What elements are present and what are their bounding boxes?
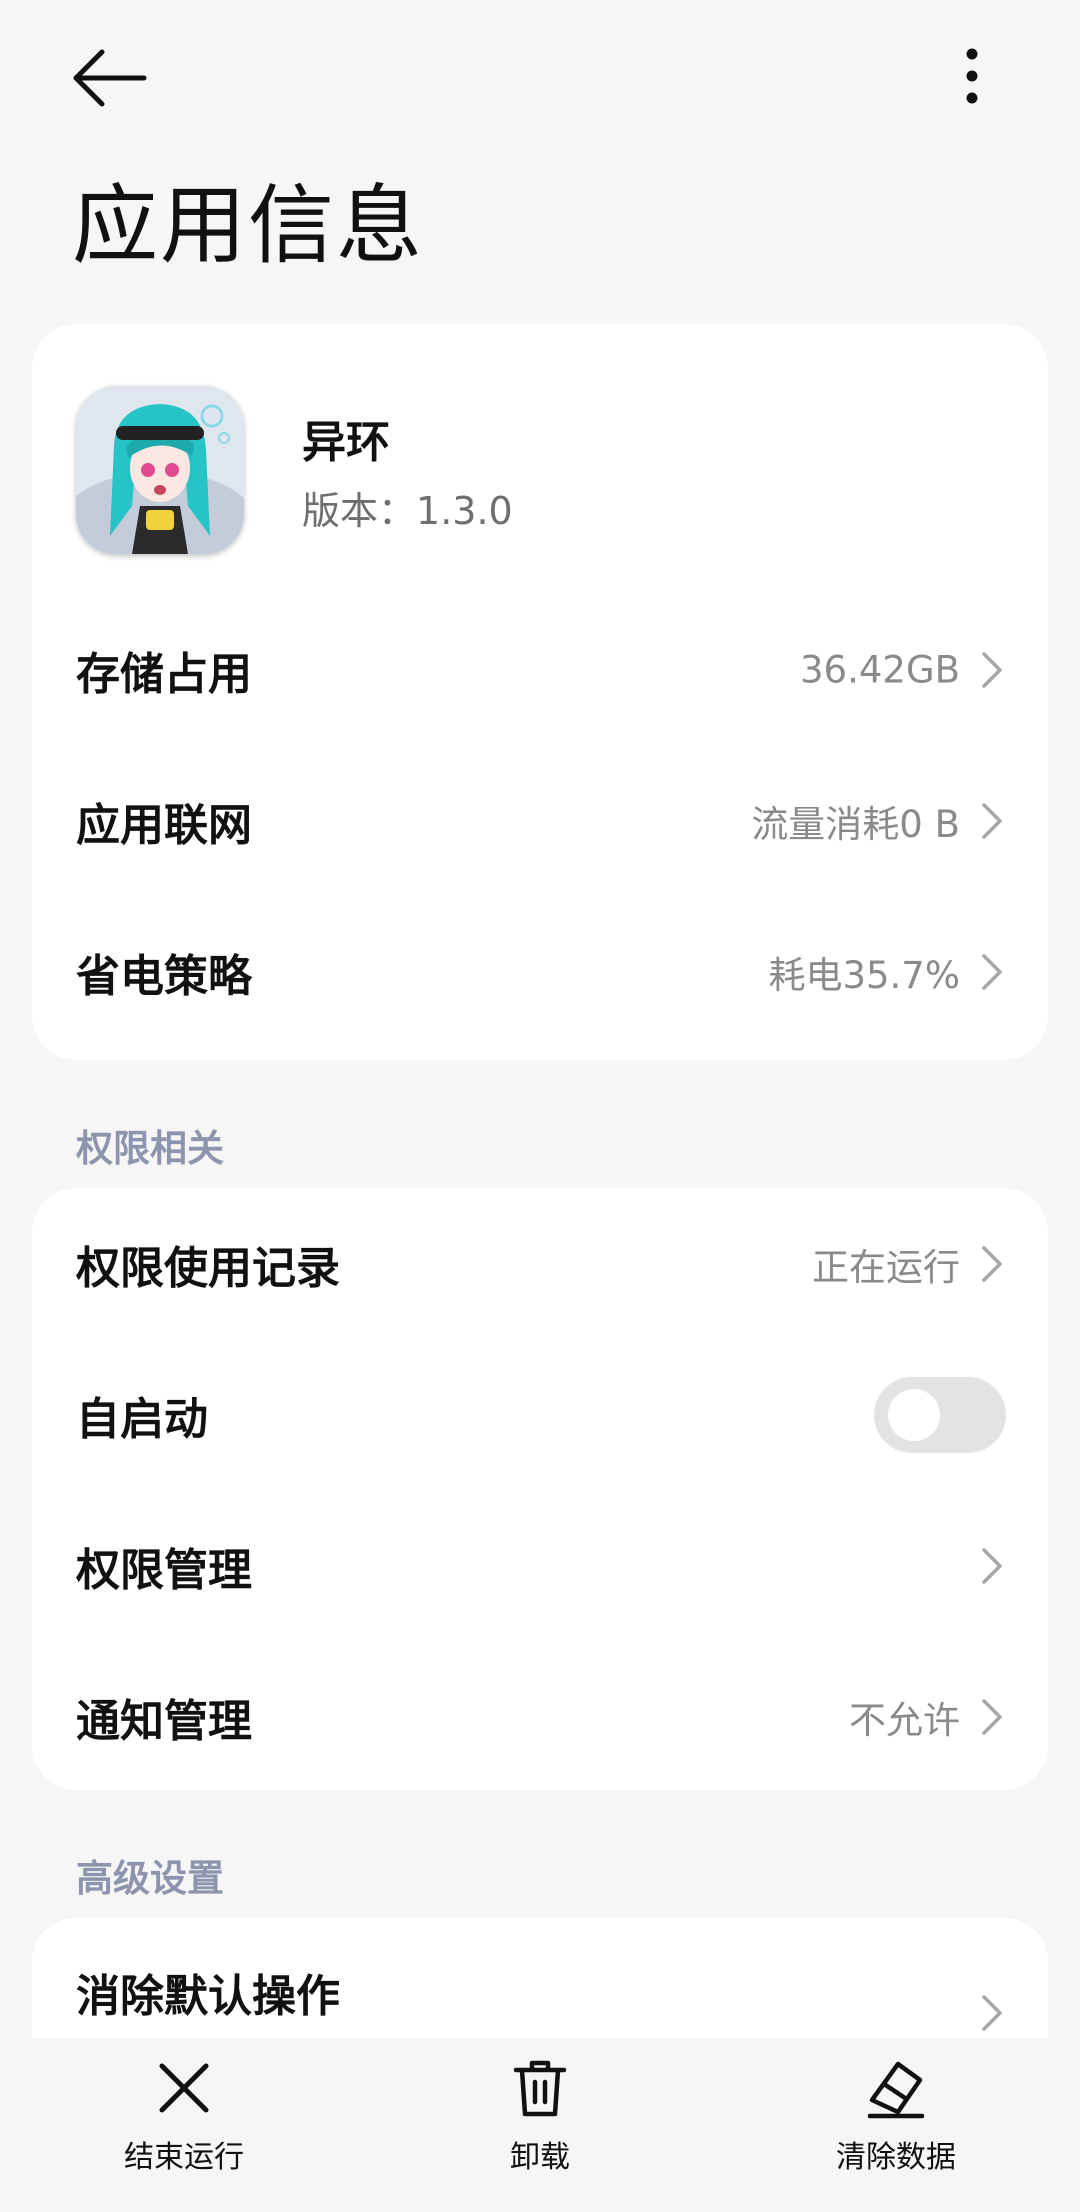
top-app-bar xyxy=(0,0,1080,160)
network-value: 流量消耗0 B xyxy=(751,802,960,846)
chevron-right-icon xyxy=(982,953,1002,990)
network-row[interactable]: 应用联网 流量消耗0 B xyxy=(32,745,1048,896)
storage-row[interactable]: 存储占用 36.42GB xyxy=(32,594,1048,745)
chevron-right-icon xyxy=(982,1547,1002,1584)
chevron-right-icon xyxy=(982,1995,1002,2031)
toggle-knob xyxy=(888,1388,940,1441)
notification-manage-value: 不允许 xyxy=(849,1698,960,1742)
app-header: 异环 版本：1.3.0 xyxy=(32,324,1048,594)
chevron-right-icon xyxy=(982,802,1002,839)
uninstall-label: 卸载 xyxy=(510,2140,570,2175)
more-options-button[interactable] xyxy=(942,36,1002,116)
permission-manage-row[interactable]: 权限管理 xyxy=(32,1490,1048,1641)
notification-manage-row[interactable]: 通知管理 不允许 xyxy=(32,1641,1048,1790)
section-advanced-label: 高级设置 xyxy=(76,1857,224,1900)
chevron-right-icon xyxy=(982,1698,1002,1735)
notification-manage-label: 通知管理 xyxy=(76,1695,252,1747)
permissions-card: 权限使用记录 正在运行 自启动 权限管理 通知管理 不允许 xyxy=(32,1188,1048,1790)
permission-usage-label: 权限使用记录 xyxy=(76,1242,340,1294)
page-title: 应用信息 xyxy=(72,176,424,276)
app-icon-artwork xyxy=(76,386,244,554)
app-summary-card: 异环 版本：1.3.0 存储占用 36.42GB 应用联网 流量消耗0 B 省电… xyxy=(32,324,1048,1060)
clear-data-button[interactable]: 清除数据 xyxy=(796,2056,996,2196)
chevron-right-icon xyxy=(982,651,1002,688)
force-stop-label: 结束运行 xyxy=(124,2140,244,2175)
autostart-label: 自启动 xyxy=(76,1393,208,1445)
network-label: 应用联网 xyxy=(76,799,252,851)
back-arrow-icon xyxy=(73,49,147,107)
app-info-screen: 应用信息 异环 版本：1.3.0 存储占用 36.42GB 应用联网 流量消耗0… xyxy=(0,0,1080,2212)
app-version-value: 1.3.0 xyxy=(416,489,513,533)
trash-icon xyxy=(513,2060,567,2117)
back-button[interactable] xyxy=(64,40,154,116)
app-icon xyxy=(76,386,244,554)
permission-manage-label: 权限管理 xyxy=(76,1544,252,1596)
app-version-label: 版本： xyxy=(302,489,417,533)
clear-defaults-label: 消除默认操作 xyxy=(76,1971,340,2022)
more-vertical-icon xyxy=(966,48,978,104)
permission-usage-value: 正在运行 xyxy=(812,1245,960,1289)
clear-data-label: 清除数据 xyxy=(836,2140,956,2175)
battery-value: 耗电35.7% xyxy=(768,953,960,997)
battery-label: 省电策略 xyxy=(76,950,252,1002)
eraser-icon xyxy=(867,2061,925,2119)
close-x-icon xyxy=(159,2063,209,2113)
storage-value: 36.42GB xyxy=(800,648,960,691)
force-stop-button[interactable]: 结束运行 xyxy=(84,2056,284,2196)
autostart-toggle[interactable] xyxy=(874,1376,1006,1453)
bottom-action-bar: 结束运行 卸载 清除数据 xyxy=(0,2038,1080,2212)
app-version: 版本：1.3.0 xyxy=(302,480,513,535)
app-name: 异环 xyxy=(302,417,390,468)
section-permissions-label: 权限相关 xyxy=(76,1127,224,1170)
uninstall-button[interactable]: 卸载 xyxy=(440,2056,640,2196)
chevron-right-icon xyxy=(982,1245,1002,1282)
storage-label: 存储占用 xyxy=(76,648,252,700)
battery-row[interactable]: 省电策略 耗电35.7% xyxy=(32,896,1048,1047)
autostart-row: 自启动 xyxy=(32,1339,1048,1490)
permission-usage-row[interactable]: 权限使用记录 正在运行 xyxy=(32,1188,1048,1339)
